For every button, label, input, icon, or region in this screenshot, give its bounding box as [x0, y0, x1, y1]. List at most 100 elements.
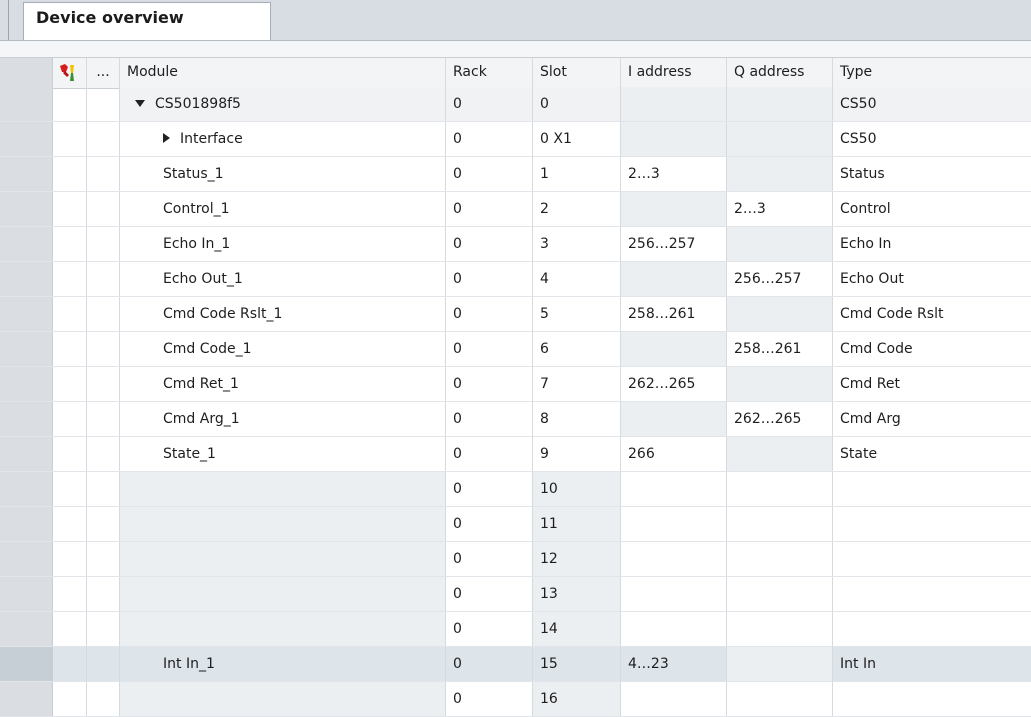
row-selector[interactable] [0, 297, 53, 331]
q-address-cell[interactable] [727, 437, 833, 471]
header-i-address[interactable]: I address [621, 58, 727, 88]
table-row[interactable]: 0 14 [0, 612, 1031, 647]
table-row[interactable]: Cmd Code Rslt_1 0 5 258…261 Cmd Code Rslt [0, 297, 1031, 332]
module-cell[interactable] [120, 612, 446, 646]
row-selector[interactable] [0, 577, 53, 611]
module-cell[interactable]: Cmd Arg_1 [120, 402, 446, 436]
q-address-cell[interactable]: 258…261 [727, 332, 833, 366]
row-selector[interactable] [0, 437, 53, 471]
row-selector[interactable] [0, 612, 53, 646]
table-row[interactable]: Control_1 0 2 2…3 Control [0, 192, 1031, 227]
table-row[interactable]: Int In_1 0 15 4…23 Int In [0, 647, 1031, 682]
slot-cell[interactable]: 7 [533, 367, 621, 401]
type-cell[interactable] [833, 507, 1031, 541]
q-address-cell[interactable]: 2…3 [727, 192, 833, 226]
row-selector[interactable] [0, 227, 53, 261]
i-address-cell[interactable] [621, 472, 727, 506]
table-row[interactable]: Echo Out_1 0 4 256…257 Echo Out [0, 262, 1031, 297]
slot-cell[interactable]: 0 X1 [533, 122, 621, 156]
slot-cell[interactable]: 9 [533, 437, 621, 471]
slot-cell[interactable]: 5 [533, 297, 621, 331]
i-address-cell[interactable] [621, 87, 727, 121]
q-address-cell[interactable] [727, 227, 833, 261]
row-selector[interactable] [0, 157, 53, 191]
table-row[interactable]: 0 11 [0, 507, 1031, 542]
table-row[interactable]: Interface 0 0 X1 CS50 [0, 122, 1031, 157]
type-cell[interactable]: CS50 [833, 122, 1031, 156]
slot-cell[interactable]: 6 [533, 332, 621, 366]
i-address-cell[interactable] [621, 682, 727, 716]
rack-cell[interactable]: 0 [446, 647, 533, 681]
slot-cell[interactable]: 8 [533, 402, 621, 436]
rack-cell[interactable]: 0 [446, 227, 533, 261]
type-cell[interactable] [833, 577, 1031, 611]
row-selector[interactable] [0, 507, 53, 541]
row-selector[interactable] [0, 332, 53, 366]
q-address-cell[interactable] [727, 577, 833, 611]
table-row[interactable]: CS501898f5 0 0 CS50 [0, 87, 1031, 122]
type-cell[interactable]: CS50 [833, 87, 1031, 121]
module-cell[interactable]: Cmd Code Rslt_1 [120, 297, 446, 331]
i-address-cell[interactable] [621, 542, 727, 576]
slot-cell[interactable]: 2 [533, 192, 621, 226]
i-address-cell[interactable]: 266 [621, 437, 727, 471]
q-address-cell[interactable] [727, 647, 833, 681]
module-cell[interactable]: Echo Out_1 [120, 262, 446, 296]
slot-cell[interactable]: 11 [533, 507, 621, 541]
type-cell[interactable] [833, 472, 1031, 506]
module-cell[interactable] [120, 472, 446, 506]
collapse-arrow-icon[interactable] [135, 99, 145, 107]
row-selector[interactable] [0, 402, 53, 436]
type-cell[interactable]: Status [833, 157, 1031, 191]
table-row[interactable]: 0 12 [0, 542, 1031, 577]
header-type[interactable]: Type [833, 58, 1031, 88]
row-selector[interactable] [0, 542, 53, 576]
module-cell[interactable] [120, 682, 446, 716]
rack-cell[interactable]: 0 [446, 682, 533, 716]
table-row[interactable]: Cmd Arg_1 0 8 262…265 Cmd Arg [0, 402, 1031, 437]
expand-arrow-icon[interactable] [163, 133, 170, 143]
type-cell[interactable] [833, 542, 1031, 576]
header-rack[interactable]: Rack [446, 58, 533, 88]
row-selector[interactable] [0, 122, 53, 156]
table-row[interactable]: Status_1 0 1 2…3 Status [0, 157, 1031, 192]
table-row[interactable]: State_1 0 9 266 State [0, 437, 1031, 472]
row-selector[interactable] [0, 472, 53, 506]
rack-cell[interactable]: 0 [446, 542, 533, 576]
slot-cell[interactable]: 4 [533, 262, 621, 296]
slot-cell[interactable]: 3 [533, 227, 621, 261]
q-address-cell[interactable]: 262…265 [727, 402, 833, 436]
q-address-cell[interactable] [727, 472, 833, 506]
i-address-cell[interactable]: 262…265 [621, 367, 727, 401]
rack-cell[interactable]: 0 [446, 297, 533, 331]
q-address-cell[interactable] [727, 542, 833, 576]
i-address-cell[interactable]: 4…23 [621, 647, 727, 681]
q-address-cell[interactable]: 256…257 [727, 262, 833, 296]
header-module[interactable]: Module [120, 58, 446, 88]
module-cell[interactable]: Cmd Code_1 [120, 332, 446, 366]
type-cell[interactable] [833, 682, 1031, 716]
rack-cell[interactable]: 0 [446, 577, 533, 611]
module-cell[interactable]: Cmd Ret_1 [120, 367, 446, 401]
i-address-cell[interactable]: 2…3 [621, 157, 727, 191]
table-row[interactable]: Cmd Ret_1 0 7 262…265 Cmd Ret [0, 367, 1031, 402]
rack-cell[interactable]: 0 [446, 612, 533, 646]
i-address-cell[interactable] [621, 192, 727, 226]
table-row[interactable]: 0 10 [0, 472, 1031, 507]
q-address-cell[interactable] [727, 682, 833, 716]
module-cell[interactable]: Status_1 [120, 157, 446, 191]
module-cell[interactable]: CS501898f5 [120, 87, 446, 121]
slot-cell[interactable]: 12 [533, 542, 621, 576]
module-cell[interactable]: Int In_1 [120, 647, 446, 681]
row-selector[interactable] [0, 192, 53, 226]
i-address-cell[interactable] [621, 262, 727, 296]
slot-cell[interactable]: 14 [533, 612, 621, 646]
row-selector[interactable] [0, 87, 53, 121]
module-cell[interactable]: Interface [120, 122, 446, 156]
rack-cell[interactable]: 0 [446, 507, 533, 541]
i-address-cell[interactable] [621, 402, 727, 436]
rack-cell[interactable]: 0 [446, 367, 533, 401]
q-address-cell[interactable] [727, 157, 833, 191]
slot-cell[interactable]: 0 [533, 87, 621, 121]
module-cell[interactable]: Echo In_1 [120, 227, 446, 261]
